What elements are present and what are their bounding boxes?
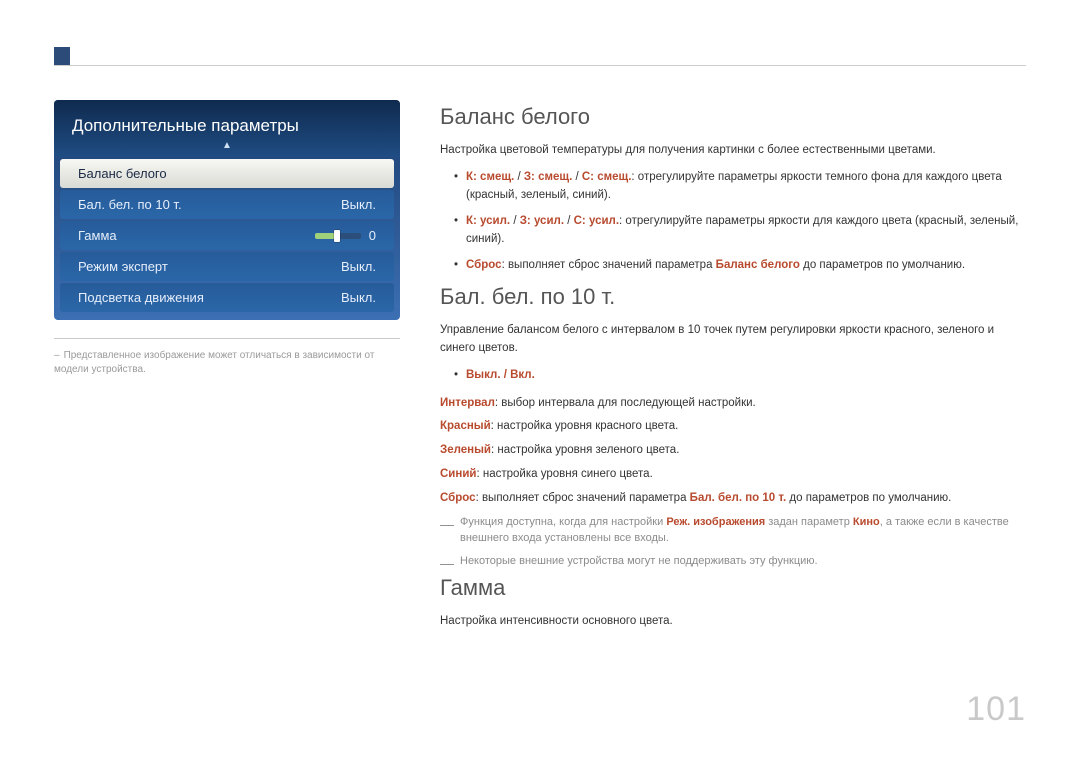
- bullet-reset: Сброс: выполняет сброс значений параметр…: [466, 257, 1026, 275]
- row-label: Гамма: [78, 228, 117, 243]
- line-interval: Интервал: выбор интервала для последующе…: [440, 395, 1026, 413]
- row-motion-light[interactable]: Подсветка движения Выкл.: [60, 283, 394, 312]
- caption-text: Представленное изображение может отличат…: [54, 350, 374, 375]
- scroll-up-icon[interactable]: ▲: [72, 140, 382, 151]
- row-expert[interactable]: Режим эксперт Выкл.: [60, 252, 394, 281]
- slider-track: [315, 233, 361, 239]
- accent-text: К: смещ.: [466, 171, 514, 183]
- row-balance[interactable]: Баланс белого: [60, 159, 394, 188]
- heading-gamma: Гамма: [440, 575, 1026, 601]
- dash-icon: ―: [440, 553, 454, 574]
- row-balance10[interactable]: Бал. бел. по 10 т. Выкл.: [60, 190, 394, 219]
- heading-balance10: Бал. бел. по 10 т.: [440, 284, 1026, 310]
- gamma-slider[interactable]: 0: [315, 228, 376, 243]
- accent-text: С: смещ.: [582, 171, 632, 183]
- header-rule: [54, 65, 1026, 66]
- image-disclaimer: –Представленное изображение может отлича…: [54, 349, 400, 377]
- note-mode: ― Функция доступна, когда для настройки …: [440, 514, 1026, 547]
- heading-balance: Баланс белого: [440, 104, 1026, 130]
- balance10-bullets: Выкл. / Вкл.: [440, 367, 1026, 385]
- line-red: Красный: настройка уровня красного цвета…: [440, 418, 1026, 436]
- row-label: Подсветка движения: [78, 290, 204, 305]
- accent-text: Сброс: [466, 259, 502, 271]
- row-value: Выкл.: [341, 290, 376, 305]
- header-marker: [54, 47, 70, 65]
- page: Дополнительные параметры ▲ Баланс белого…: [0, 0, 1080, 640]
- line-blue: Синий: настройка уровня синего цвета.: [440, 466, 1026, 484]
- accent-text: З: смещ.: [524, 171, 572, 183]
- divider: [54, 338, 400, 339]
- settings-panel: Дополнительные параметры ▲ Баланс белого…: [54, 100, 400, 320]
- balance-bullets: К: смещ. / З: смещ. / С: смещ.: отрегули…: [440, 169, 1026, 274]
- slider-handle[interactable]: [334, 230, 340, 242]
- row-label: Режим эксперт: [78, 259, 168, 274]
- panel-title-text: Дополнительные параметры: [72, 116, 299, 135]
- line-green: Зеленый: настройка уровня зеленого цвета…: [440, 442, 1026, 460]
- row-label: Бал. бел. по 10 т.: [78, 197, 182, 212]
- left-column: Дополнительные параметры ▲ Баланс белого…: [54, 100, 400, 640]
- panel-title: Дополнительные параметры ▲: [54, 100, 400, 157]
- accent-text: З: усил.: [520, 215, 564, 227]
- accent-text: К: усил.: [466, 215, 510, 227]
- gamma-desc: Настройка интенсивности основного цвета.: [440, 613, 1026, 630]
- row-value: 0: [369, 228, 376, 243]
- bullet-onoff: Выкл. / Вкл.: [466, 367, 1026, 385]
- accent-text: С: усил.: [574, 215, 619, 227]
- page-number: 101: [966, 690, 1026, 729]
- right-column: Баланс белого Настройка цветовой темпера…: [440, 100, 1026, 640]
- dash-icon: ―: [440, 514, 454, 535]
- bullet-gain: К: усил. / З: усил. / С: усил.: отрегули…: [466, 213, 1026, 249]
- row-value: Выкл.: [341, 197, 376, 212]
- row-label: Баланс белого: [78, 166, 167, 181]
- note-support: ― Некоторые внешние устройства могут не …: [440, 553, 1026, 570]
- bullet-offset: К: смещ. / З: смещ. / С: смещ.: отрегули…: [466, 169, 1026, 205]
- accent-text: Баланс белого: [716, 259, 800, 271]
- balance10-desc: Управление балансом белого с интервалом …: [440, 322, 1026, 357]
- row-gamma[interactable]: Гамма 0: [60, 221, 394, 250]
- accent-text: Выкл. / Вкл.: [466, 369, 535, 381]
- balance-desc: Настройка цветовой температуры для получ…: [440, 142, 1026, 159]
- line-reset10: Сброс: выполняет сброс значений параметр…: [440, 490, 1026, 508]
- row-value: Выкл.: [341, 259, 376, 274]
